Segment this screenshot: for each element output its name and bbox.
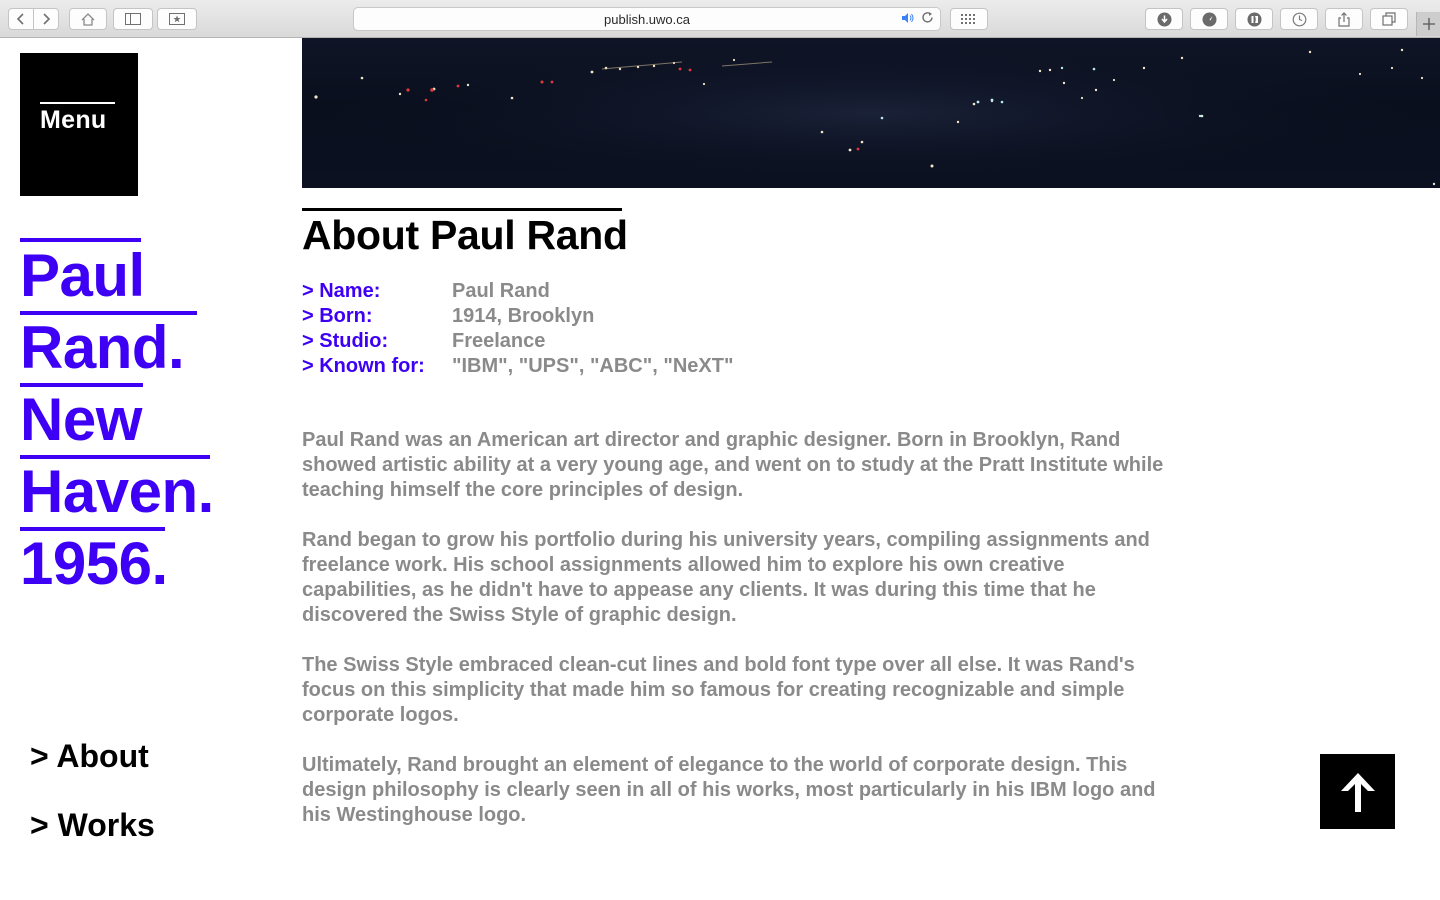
- top-sites-button[interactable]: [950, 8, 988, 30]
- bio-paragraph: The Swiss Style embraced clean-cut lines…: [302, 654, 1135, 726]
- fact-value: 1914, Brooklyn: [452, 305, 595, 327]
- fact-label: > Name:: [302, 280, 381, 302]
- share-icon: [1338, 11, 1350, 27]
- reader-icon: [1247, 12, 1261, 26]
- back-button[interactable]: [8, 8, 34, 30]
- home-button[interactable]: [69, 8, 107, 30]
- fact-value: "IBM", "UPS", "ABC", "NeXT": [452, 355, 734, 377]
- bookmarks-button[interactable]: [157, 8, 197, 30]
- downloads-button[interactable]: [1145, 8, 1183, 30]
- grid-icon: [961, 14, 975, 24]
- hero-night-city-image: [302, 38, 1440, 188]
- home-icon: [81, 12, 95, 26]
- fact-label: > Studio:: [302, 330, 389, 352]
- tabs-icon: [1382, 12, 1396, 26]
- sidebar-icon: [125, 13, 141, 25]
- new-tab-button[interactable]: [1416, 12, 1440, 36]
- biography: Paul Rand was an American art director a…: [302, 428, 1182, 853]
- address-bar[interactable]: publish.uwo.ca: [353, 7, 941, 31]
- menu-label: Menu: [40, 106, 107, 134]
- site-title-word: 1956.: [20, 530, 168, 597]
- site-title-word: New: [20, 386, 142, 453]
- fact-row-studio: > Studio: Freelance: [302, 329, 733, 354]
- arrow-up-icon: [1340, 772, 1375, 812]
- clock-button[interactable]: [1280, 8, 1318, 30]
- page-title: About Paul Rand: [302, 212, 628, 258]
- history-icon: [1202, 12, 1216, 26]
- site-title-word: Rand.: [20, 314, 185, 381]
- forward-icon: [43, 13, 51, 25]
- audio-icon[interactable]: [901, 12, 915, 24]
- plus-icon: [1422, 18, 1435, 30]
- fact-label: > Born:: [302, 305, 373, 327]
- city-lights-graphic: [302, 38, 1440, 188]
- nav-works-link[interactable]: > Works: [30, 807, 155, 844]
- bio-paragraph: Rand began to grow his portfolio during …: [302, 529, 1150, 626]
- fact-value: Paul Rand: [452, 280, 550, 302]
- history-button[interactable]: [1190, 8, 1228, 30]
- site-title-word: Haven.: [20, 458, 214, 525]
- browser-toolbar: publish.uwo.ca: [0, 0, 1440, 38]
- url-text[interactable]: publish.uwo.ca: [354, 12, 940, 27]
- tabs-overview-button[interactable]: [1370, 8, 1408, 30]
- menu-button[interactable]: Menu: [20, 53, 138, 196]
- heading-rule: [302, 208, 622, 211]
- back-to-top-button[interactable]: [1320, 754, 1395, 829]
- bookmark-icon: [169, 13, 185, 25]
- share-button[interactable]: [1325, 8, 1363, 30]
- download-icon: [1157, 12, 1171, 26]
- reader-button[interactable]: [1235, 8, 1273, 30]
- nav-about-link[interactable]: > About: [30, 738, 149, 775]
- fact-label: > Known for:: [302, 355, 425, 377]
- fact-row-name: > Name: Paul Rand: [302, 279, 733, 304]
- clock-icon: [1292, 12, 1306, 26]
- fact-row-born: > Born: 1914, Brooklyn: [302, 304, 733, 329]
- bio-paragraph: Paul Rand was an American art director a…: [302, 429, 1164, 501]
- site-title-word: Paul: [20, 242, 145, 309]
- sidebar-button[interactable]: [113, 8, 153, 30]
- back-icon: [16, 13, 24, 25]
- forward-button[interactable]: [33, 8, 59, 30]
- fact-row-known-for: > Known for: "IBM", "UPS", "ABC", "NeXT": [302, 354, 733, 379]
- reload-icon[interactable]: [921, 11, 934, 24]
- menu-line-decoration: [40, 102, 115, 104]
- facts-list: > Name: Paul Rand > Born: 1914, Brooklyn…: [302, 279, 733, 379]
- bio-paragraph: Ultimately, Rand brought an element of e…: [302, 754, 1156, 826]
- fact-value: Freelance: [452, 330, 546, 352]
